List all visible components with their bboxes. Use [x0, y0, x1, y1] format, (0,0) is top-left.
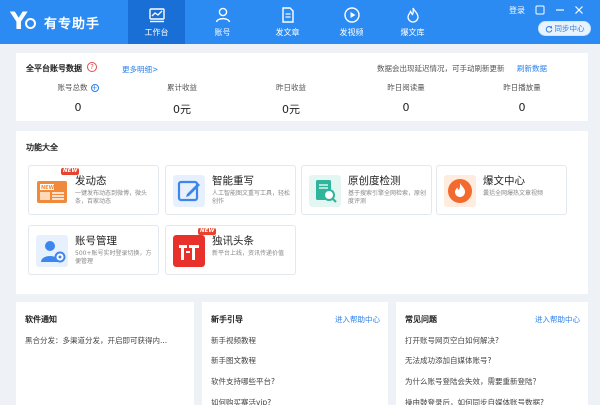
logo-icon: Y — [10, 7, 40, 35]
faq-title: 常见问题 — [405, 315, 437, 324]
add-account-icon[interactable]: + — [90, 83, 99, 92]
sync-icon — [545, 25, 552, 33]
close-icon[interactable] — [574, 5, 584, 15]
feature-desc: 新平台上线，资讯传递价值 — [212, 250, 285, 257]
stat-label: 累计收益 — [167, 83, 197, 92]
guide-item[interactable]: 软件支持哪些平台? — [211, 376, 275, 387]
guide-title: 新手引导 — [211, 315, 243, 324]
svg-text:NEWS: NEWS — [41, 185, 58, 191]
feature-name: 原创度检测 — [348, 175, 401, 187]
feature-desc: 人工智能图文重写工具，轻松创作 — [212, 190, 291, 205]
stat-total-income: 累计收益 0元 — [132, 82, 232, 117]
document-icon — [281, 7, 294, 23]
fire-icon — [406, 7, 419, 23]
features-panel: 功能大全 NEWS NEW 发动态 一键发布动态到微博，微头条，百家动态 智能重… — [16, 131, 588, 294]
tab-hot-articles-label: 爆文库 — [400, 28, 425, 37]
feature-name: 发动态 — [75, 175, 107, 187]
feature-desc: 一键发布动态到微博，微头条，百家动态 — [75, 190, 148, 205]
toutiao-icon — [173, 235, 205, 267]
minimize-icon[interactable] — [555, 5, 565, 15]
feature-desc: 500+账号实时登录切换，方便管理 — [75, 250, 152, 265]
stat-yesterday-income: 昨日收益 0元 — [241, 82, 341, 117]
feature-post-dynamic[interactable]: NEWS NEW 发动态 一键发布动态到微博，微头条，百家动态 — [28, 165, 159, 215]
stat-label: 昨日收益 — [276, 83, 306, 92]
help-question-icon[interactable]: ? — [87, 62, 97, 72]
login-link[interactable]: 登录 — [509, 5, 525, 16]
stat-yesterday-plays: 昨日播放量 0 — [472, 82, 572, 114]
guide-help-center-link[interactable]: 进入帮助中心 — [335, 314, 380, 325]
stat-value: 0 — [74, 101, 82, 114]
user-icon — [215, 7, 230, 23]
tab-articles-label: 发文章 — [275, 28, 300, 37]
feature-originality-check[interactable]: 原创度检测 基于搜索引擎全网检索，原创度评测 — [301, 165, 432, 215]
tab-videos[interactable]: 发视频 — [323, 0, 380, 44]
software-notice-panel: 软件通知 黑合分发：多渠道分发，开启即可获得内... — [16, 302, 194, 405]
account-gear-icon — [36, 235, 68, 267]
account-stats-panel: 全平台账号数据 ? 更多明细> 数据会出现延迟情况，可手动刷新更新 刷新数据 账… — [16, 53, 588, 121]
faq-item[interactable]: 操由鼓登录后，如何同步自媒体账号数据? — [405, 397, 544, 405]
feature-name: 独讯头条 — [212, 235, 254, 247]
settings-icon[interactable] — [535, 5, 545, 15]
stat-total-accounts: 账号总数 + 0 — [28, 82, 128, 114]
guide-item[interactable]: 新手图文教程 — [211, 355, 256, 366]
faq-item[interactable]: 打开账号网页空白如何解决? — [405, 335, 499, 346]
notice-title: 软件通知 — [25, 315, 57, 324]
faq-item[interactable]: 无法成功添加自媒体账号? — [405, 355, 491, 366]
guide-item[interactable]: 新手视频教程 — [211, 335, 256, 346]
tab-articles[interactable]: 发文章 — [259, 0, 316, 44]
feature-desc: 囊括全网爆热文章视频 — [483, 190, 544, 197]
sync-center-label: 同步中心 — [554, 24, 585, 33]
stat-value: 0元 — [282, 103, 300, 116]
news-icon: NEWS — [37, 181, 67, 203]
notice-item[interactable]: 黑合分发：多渠道分发，开启即可获得内... — [25, 335, 167, 346]
stat-label: 昨日阅读量 — [387, 83, 425, 92]
stat-yesterday-reads: 昨日阅读量 0 — [356, 82, 456, 114]
feature-name: 账号管理 — [75, 235, 117, 247]
feature-name: 爆文中心 — [483, 175, 525, 187]
feature-smart-rewrite[interactable]: 智能重写 人工智能图文重写工具，轻松创作 — [165, 165, 296, 215]
tab-hot-articles[interactable]: 爆文库 — [384, 0, 441, 44]
edit-icon — [173, 175, 205, 207]
tab-videos-label: 发视频 — [339, 28, 364, 37]
more-details-link[interactable]: 更多明细> — [122, 64, 158, 75]
beginner-guide-panel: 新手引导 进入帮助中心 新手视频教程 新手图文教程 软件支持哪些平台? 如何购买… — [202, 302, 388, 405]
stats-title: 全平台账号数据 — [26, 64, 82, 73]
tab-dashboard[interactable]: 工作台 — [128, 0, 185, 44]
fire-icon — [444, 175, 476, 207]
delay-notice: 数据会出现延迟情况，可手动刷新更新 — [377, 64, 505, 73]
stat-value: 0 — [402, 101, 410, 114]
faq-item[interactable]: 为什么账号登陆会失效，需要重新登陆？ — [405, 376, 540, 387]
dashboard-icon — [148, 8, 165, 23]
stat-value: 0元 — [173, 103, 191, 116]
feature-account-management[interactable]: 账号管理 500+账号实时登录切换，方便管理 — [28, 225, 159, 275]
feature-name: 智能重写 — [212, 175, 254, 187]
sync-center-button[interactable]: 同步中心 — [538, 21, 591, 36]
faq-panel: 常见问题 进入帮助中心 打开账号网页空白如何解决? 无法成功添加自媒体账号? 为… — [396, 302, 588, 405]
tab-accounts-label: 账号 — [214, 28, 231, 37]
faq-help-center-link[interactable]: 进入帮助中心 — [535, 314, 580, 325]
top-bar: Y 有专助手 工作台 账号 发文章 发视频 爆文库 登录 同步中心 — [0, 0, 600, 44]
feature-hot-article-center[interactable]: 爆文中心 囊括全网爆热文章视频 — [436, 165, 567, 215]
app-logo: Y 有专助手 — [10, 7, 101, 35]
feature-duxun-toutiao[interactable]: NEW 独讯头条 新平台上线，资讯传递价值 — [165, 225, 296, 275]
feature-desc: 基于搜索引擎全网检索，原创度评测 — [348, 190, 427, 205]
search-doc-icon — [309, 175, 341, 207]
app-name: 有专助手 — [44, 16, 101, 32]
tab-accounts[interactable]: 账号 — [194, 0, 251, 44]
stat-label: 账号总数 — [57, 83, 88, 92]
refresh-data-link[interactable]: 刷新数据 — [517, 63, 547, 74]
tab-dashboard-label: 工作台 — [144, 28, 169, 37]
features-title: 功能大全 — [26, 143, 58, 152]
play-icon — [343, 7, 360, 23]
stat-label: 昨日播放量 — [503, 83, 541, 92]
guide-item[interactable]: 如何购买赛活vip? — [211, 397, 271, 405]
stat-value: 0 — [518, 101, 526, 114]
